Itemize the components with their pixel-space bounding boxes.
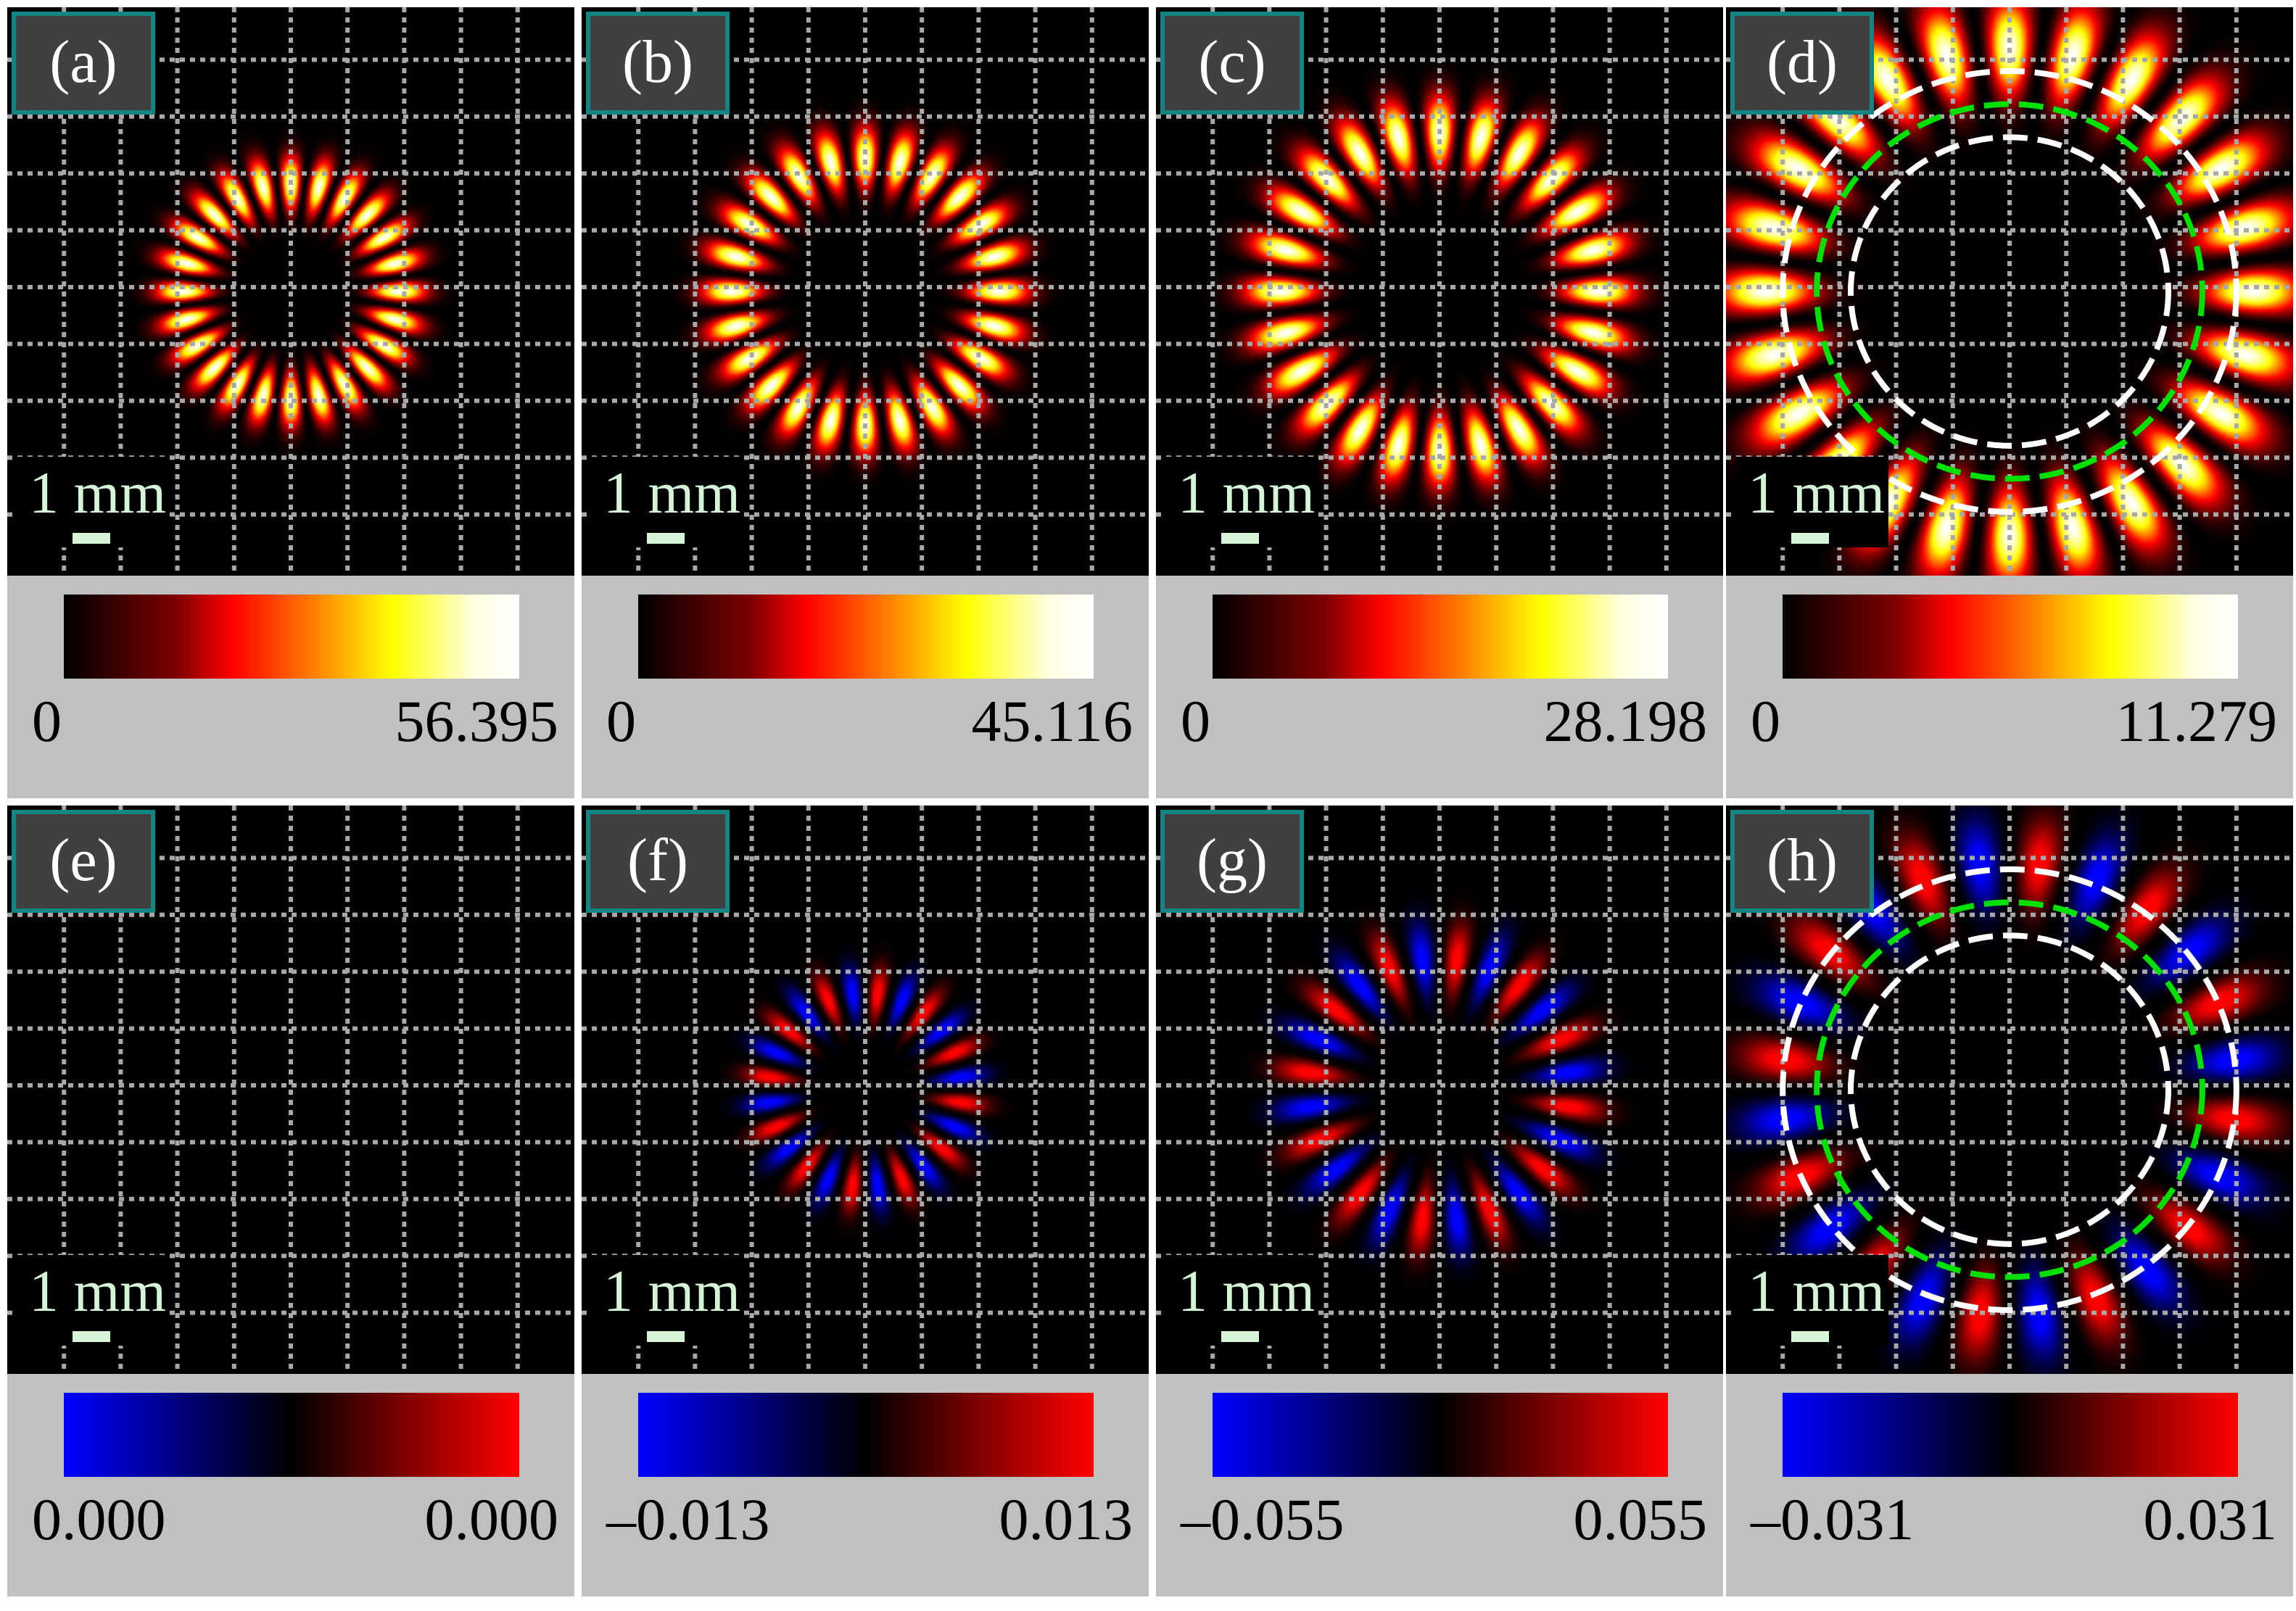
scale-bar: 1 mm: [592, 457, 744, 547]
panel-label: (d): [1730, 12, 1874, 115]
panel-g: (g) 1 mm –0.055 0.055: [1156, 806, 1723, 1596]
colorbar-min-label: 0.000: [32, 1486, 166, 1552]
colorbar-min-label: –0.055: [1181, 1486, 1345, 1552]
panel-f: (f) 1 mm –0.013 0.013: [582, 806, 1149, 1596]
panel-label: (g): [1160, 810, 1304, 913]
panel-label: (f): [586, 810, 730, 913]
scale-bar-line: [1221, 1331, 1259, 1342]
scale-bar: 1 mm: [1736, 1255, 1888, 1346]
scale-bar-line: [647, 533, 685, 544]
panel-h: (h) 1 mm –0.031 0.031: [1726, 806, 2293, 1596]
colorbar-max-label: 0.055: [1573, 1486, 1708, 1552]
field-map: (c) 1 mm: [1156, 7, 1723, 576]
panel-label: (a): [12, 12, 155, 115]
field-map: (d) 1 mm: [1726, 7, 2293, 576]
scale-bar-label: 1 mm: [1748, 460, 1886, 526]
colorbar-max-label: 28.198: [1543, 688, 1708, 754]
scale-bar-line: [73, 533, 110, 544]
scale-bar-line: [1221, 533, 1259, 544]
colorbar-max-label: 0.031: [2143, 1486, 2278, 1552]
scale-bar: 1 mm: [1166, 1255, 1318, 1346]
scale-bar-line: [647, 1331, 685, 1342]
panel-d: (d) 1 mm 0 11.279: [1726, 7, 2293, 798]
colorbar-max-label: 45.116: [971, 688, 1133, 754]
colorbar-max-label: 0.013: [999, 1486, 1133, 1552]
colorbar: [1213, 595, 1668, 679]
panel-b: (b) 1 mm 0 45.116: [582, 7, 1149, 798]
panel-label: (c): [1160, 12, 1304, 115]
field-map: (g) 1 mm: [1156, 806, 1723, 1374]
colorbar-min-label: –0.031: [1751, 1486, 1915, 1552]
scale-bar-label: 1 mm: [603, 460, 741, 526]
scale-bar: 1 mm: [17, 1255, 170, 1346]
scale-bar-label: 1 mm: [29, 460, 167, 526]
colorbar-min-label: –0.013: [606, 1486, 770, 1552]
colorbar-min-label: 0: [1181, 688, 1210, 754]
scale-bar-label: 1 mm: [1178, 1258, 1316, 1324]
scale-bar-line: [1791, 533, 1829, 544]
scale-bar-label: 1 mm: [29, 1258, 167, 1324]
scale-bar-line: [73, 1331, 110, 1342]
panel-label: (b): [586, 12, 730, 115]
colorbar: [1783, 595, 2238, 679]
panel-a: (a) 1 mm 0 56.395: [7, 7, 574, 798]
scale-bar: 1 mm: [1166, 457, 1318, 547]
scale-bar-label: 1 mm: [1748, 1258, 1886, 1324]
field-map: (f) 1 mm: [582, 806, 1149, 1374]
colorbar-max-label: 11.279: [2115, 688, 2277, 754]
scale-bar: 1 mm: [592, 1255, 744, 1346]
panel-label: (h): [1730, 810, 1874, 913]
scale-bar-label: 1 mm: [1178, 460, 1316, 526]
panel-e: (e) 1 mm 0.000 0.000: [7, 806, 574, 1596]
panel-c: (c) 1 mm 0 28.198: [1156, 7, 1723, 798]
panel-label: (e): [12, 810, 155, 913]
colorbar-max-label: 0.000: [424, 1486, 559, 1552]
scale-bar: 1 mm: [17, 457, 170, 547]
field-map: (e) 1 mm: [7, 806, 574, 1374]
field-map: (a) 1 mm: [7, 7, 574, 576]
colorbar-max-label: 56.395: [395, 688, 559, 754]
colorbar: [638, 595, 1094, 679]
field-map: (b) 1 mm: [582, 7, 1149, 576]
colorbar-min-label: 0: [606, 688, 636, 754]
colorbar: [1783, 1393, 2238, 1477]
colorbar: [64, 1393, 519, 1477]
scale-bar: 1 mm: [1736, 457, 1888, 547]
scale-bar-line: [1791, 1331, 1829, 1342]
colorbar-min-label: 0: [1751, 688, 1780, 754]
field-map: (h) 1 mm: [1726, 806, 2293, 1374]
colorbar: [64, 595, 519, 679]
colorbar: [1213, 1393, 1668, 1477]
scale-bar-label: 1 mm: [603, 1258, 741, 1324]
colorbar-min-label: 0: [32, 688, 62, 754]
colorbar: [638, 1393, 1094, 1477]
